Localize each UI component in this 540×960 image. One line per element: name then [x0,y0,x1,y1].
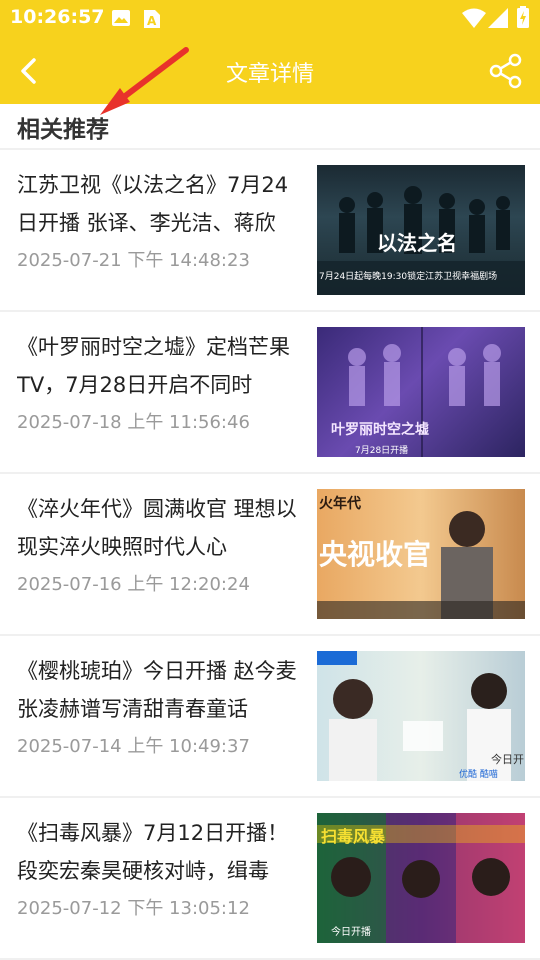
list-item[interactable]: 《樱桃琥珀》今日开播 赵今麦张凌赫谱写清甜青春童话 2025-07-14 上午 … [0,636,540,798]
share-button[interactable] [486,51,526,91]
article-date: 2025-07-21 下午 14:48:23 [17,250,250,271]
article-date: 2025-07-18 上午 11:56:46 [17,412,250,433]
annotation-arrow-icon [100,47,189,115]
thumbnail-caption: 今日开播 [331,927,371,938]
wifi-icon [462,8,486,32]
article-title: 《樱桃琥珀》今日开播 赵今麦张凌赫谱写清甜青春童话 [17,659,297,721]
article-date: 2025-07-16 上午 12:20:24 [17,574,250,595]
list-item[interactable]: 《叶罗丽时空之墟》定档芒果TV，7月28日开启不同时 2025-07-18 上午… [0,312,540,474]
thumbnail-title: 扫毒风暴 [321,827,386,846]
list-item[interactable]: 《扫毒风暴》7月12日开播！段奕宏秦昊硬核对峙，缉毒 2025-07-12 下午… [0,798,540,960]
battery-charging-icon [517,6,529,32]
article-title: 《扫毒风暴》7月12日开播！段奕宏秦昊硬核对峙，缉毒 [17,821,289,883]
thumbnail-title: 今日开 [491,753,524,766]
thumbnail-title: 以法之名 [377,231,457,255]
thumbnail-caption: 优酷 酷喵 [459,770,498,780]
article-title: 《叶罗丽时空之墟》定档芒果TV，7月28日开启不同时 [17,335,290,397]
article-date: 2025-07-14 上午 10:49:37 [17,736,250,757]
thumbnail-caption: 7月28日开播 [355,446,409,456]
status-bar: 10:26:57 A [0,0,540,38]
thumbnail-title: 央视收官 [319,538,432,571]
article-thumbnail: 扫毒风暴 今日开播 [317,813,525,943]
list-item[interactable]: 《淬火年代》圆满收官 理想以现实淬火映照时代人心 2025-07-16 上午 1… [0,474,540,636]
font-icon: A [144,10,160,32]
article-thumbnail: 叶罗丽时空之墟 7月28日开播 [317,327,525,457]
status-time: 10:26:57 [10,6,105,28]
list-item[interactable]: 江苏卫视《以法之名》7月24日开播 张译、李光洁、蒋欣 2025-07-21 下… [0,150,540,312]
image-icon [112,10,130,30]
article-title: 江苏卫视《以法之名》7月24日开播 张译、李光洁、蒋欣 [17,173,289,235]
thumbnail-caption: 7月24日起每晚19:30锁定江苏卫视幸福剧场 [319,272,498,282]
article-title: 《淬火年代》圆满收官 理想以现实淬火映照时代人心 [17,497,297,559]
article-date: 2025-07-12 下午 13:05:12 [17,898,250,919]
thumbnail-title: 叶罗丽时空之墟 [331,422,429,438]
article-thumbnail: 央视收官 火年代 [317,489,525,619]
signal-icon [488,8,508,32]
thumbnail-caption: 火年代 [319,496,361,512]
share-icon [489,53,522,89]
article-thumbnail: 今日开 优酷 酷喵 [317,651,525,781]
svg-text:A: A [147,14,157,28]
article-thumbnail: 以法之名 7月24日起每晚19:30锁定江苏卫视幸福剧场 [317,165,525,295]
